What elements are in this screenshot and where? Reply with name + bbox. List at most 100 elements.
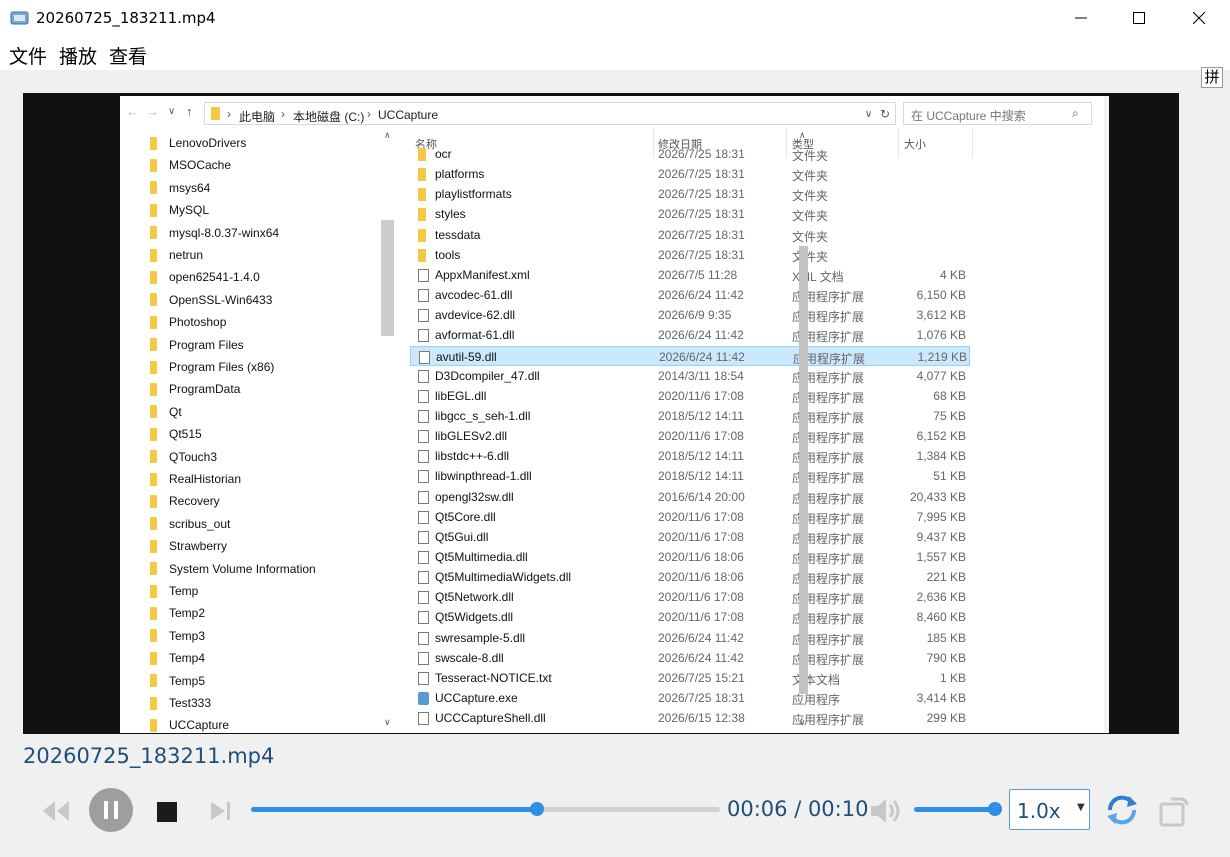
maximize-icon bbox=[1133, 12, 1145, 24]
file-row[interactable]: Qt5MultimediaWidgets.dll 2020/11/6 18:06 应… bbox=[410, 567, 970, 587]
file-row[interactable]: tessdata 2026/7/25 18:31 文件夹 bbox=[410, 225, 970, 245]
volume-icon[interactable] bbox=[869, 797, 903, 825]
nav-folder-item[interactable]: MSOCache bbox=[150, 154, 231, 176]
nav-folder-label: RealHistorian bbox=[169, 472, 242, 486]
nav-folder-item[interactable]: Temp4 bbox=[150, 647, 205, 669]
file-date: 2026/6/24 11:42 bbox=[658, 630, 744, 645]
file-size: 185 KB bbox=[926, 630, 966, 645]
file-list: 名称 ^ 修改日期 类型 大小 ocr2026/7/25 18:31文件夹pla… bbox=[410, 128, 1104, 733]
file-date: 2016/6/14 20:00 bbox=[658, 489, 745, 504]
file-row[interactable]: Qt5Core.dll 2020/11/6 17:08 应用程序扩展 7,995 KB bbox=[410, 507, 970, 527]
nav-folder-item[interactable]: Temp2 bbox=[150, 602, 205, 624]
file-row[interactable]: UCCapture.exe 2026/7/25 18:31 应用程序 3,414 KB bbox=[410, 688, 970, 708]
file-row[interactable]: swscale-8.dll 2026/6/24 11:42 应用程序扩展 790 KB bbox=[410, 648, 970, 668]
nav-folder-item[interactable]: MySQL bbox=[150, 199, 209, 221]
file-row[interactable]: Qt5Network.dll 2020/11/6 17:08 应用程序扩展 2,636… bbox=[410, 587, 970, 607]
file-name: Qt5Multimedia.dll bbox=[435, 550, 528, 564]
file-row[interactable]: ocr 2026/7/25 18:31 文件夹 bbox=[410, 144, 970, 164]
file-row[interactable]: avutil-59.dll 2026/6/24 11:42 应用程序扩展 1,219 … bbox=[410, 345, 970, 366]
file-row[interactable]: AppxManifest.xml 2026/7/5 11:28 XML 文档 4 KB bbox=[410, 265, 970, 285]
file-row[interactable]: Qt5Gui.dll 2020/11/6 17:08 应用程序扩展 9,437 KB bbox=[410, 527, 970, 547]
file-icon bbox=[418, 329, 429, 343]
nav-folder-item[interactable]: QTouch3 bbox=[150, 446, 217, 468]
menu-view[interactable]: 查看 bbox=[104, 36, 152, 70]
close-button[interactable] bbox=[1170, 0, 1228, 36]
file-icon bbox=[418, 409, 429, 423]
rewind-icon[interactable] bbox=[40, 798, 72, 824]
file-row[interactable]: avformat-61.dll 2026/6/24 11:42 应用程序扩展 1,07… bbox=[410, 325, 970, 345]
nav-folder-item[interactable]: UCCapture bbox=[150, 714, 229, 733]
file-row[interactable]: tools 2026/7/25 18:31 文件夹 bbox=[410, 245, 970, 265]
nav-folder-item[interactable]: Temp5 bbox=[150, 670, 205, 692]
nav-folder-item[interactable]: Program Files (x86) bbox=[150, 356, 274, 378]
file-row[interactable]: libgcc_s_seh-1.dll 2018/5/12 14:11 应用程序扩展 7… bbox=[410, 406, 970, 426]
nav-folder-item[interactable]: OpenSSL-Win6433 bbox=[150, 289, 272, 311]
nav-folder-item[interactable]: Recovery bbox=[150, 490, 220, 512]
file-icon bbox=[419, 350, 430, 364]
file-name: platforms bbox=[435, 167, 485, 182]
nav-folder-item[interactable]: RealHistorian bbox=[150, 468, 241, 490]
nav-folder-item[interactable]: netrun bbox=[150, 244, 203, 266]
file-row[interactable]: libGLESv2.dll 2020/11/6 17:08 应用程序扩展 6,152 … bbox=[410, 426, 970, 446]
pause-button[interactable] bbox=[89, 788, 133, 832]
file-size: 6,150 KB bbox=[916, 288, 966, 303]
progress-bar[interactable] bbox=[251, 802, 720, 816]
folder-icon bbox=[150, 158, 157, 172]
nav-folder-item[interactable]: LenovoDrivers bbox=[150, 132, 246, 154]
recent-chevron-icon: ∨ bbox=[168, 106, 176, 117]
progress-handle[interactable] bbox=[530, 802, 545, 816]
file-row[interactable]: opengl32sw.dll 2016/6/14 20:00 应用程序扩展 20,43… bbox=[410, 487, 970, 507]
volume-slider[interactable] bbox=[914, 807, 995, 812]
file-row[interactable]: D3Dcompiler_47.dll 2014/3/11 18:54 应用程序扩展 4… bbox=[410, 366, 970, 386]
file-row[interactable]: playlistformats 2026/7/25 18:31 文件夹 bbox=[410, 184, 970, 204]
file-name: Qt5MultimediaWidgets.dll bbox=[435, 570, 572, 585]
nav-folder-item[interactable]: Qt bbox=[150, 401, 182, 423]
nav-folder-item[interactable]: System Volume Information bbox=[150, 558, 316, 580]
next-icon[interactable] bbox=[210, 800, 232, 822]
file-row[interactable]: Qt5Widgets.dll 2020/11/6 17:08 应用程序扩展 8,460… bbox=[410, 607, 970, 627]
file-size: 68 KB bbox=[933, 388, 966, 403]
nav-folder-item[interactable]: Photoshop bbox=[150, 311, 226, 333]
nav-folder-item[interactable]: Test333 bbox=[150, 692, 211, 714]
nav-folder-item[interactable]: mysql-8.0.37-winx64 bbox=[150, 222, 279, 244]
file-size: 1,219 KB bbox=[917, 349, 967, 364]
chevron-down-icon: ▼ bbox=[1077, 802, 1085, 813]
speed-select[interactable]: 1.0x ▼ bbox=[1009, 789, 1090, 830]
column-divider bbox=[972, 128, 973, 158]
file-size: 2,636 KB bbox=[916, 590, 966, 605]
file-row[interactable]: platforms 2026/7/25 18:31 文件夹 bbox=[410, 164, 970, 184]
minimize-button[interactable] bbox=[1052, 0, 1110, 36]
file-row[interactable]: avdevice-62.dll 2026/6/9 9:35 应用程序扩展 3,612 … bbox=[410, 305, 970, 325]
file-row[interactable]: libstdc++-6.dll 2018/5/12 14:11 应用程序扩展 1,38… bbox=[410, 446, 970, 466]
file-size: 1,557 KB bbox=[916, 550, 966, 564]
ime-indicator[interactable]: 拼 bbox=[1201, 67, 1223, 88]
maximize-button[interactable] bbox=[1110, 0, 1168, 36]
nav-folder-item[interactable]: Qt515 bbox=[150, 423, 202, 445]
rotate-icon[interactable] bbox=[1157, 795, 1191, 829]
file-row[interactable]: styles 2026/7/25 18:31 文件夹 bbox=[410, 204, 970, 224]
file-row[interactable]: UCCCaptureShell.dll 2026/6/15 12:38 应用程序扩展… bbox=[410, 708, 970, 728]
video-frame[interactable]: ← → ∨ ↑ › 此电脑 › 本地磁盘 (C:) › UCCapture ∨ … bbox=[23, 93, 1179, 734]
nav-folder-item[interactable]: open62541-1.4.0 bbox=[150, 266, 260, 288]
nav-folder-item[interactable]: scribus_out bbox=[150, 513, 230, 535]
file-icon bbox=[418, 470, 429, 484]
file-row[interactable]: Qt5Multimedia.dll 2020/11/6 18:06 应用程序扩展 1,… bbox=[410, 547, 970, 567]
search-box: 在 UCCapture 中搜索 ⌕ bbox=[903, 102, 1092, 125]
nav-folder-item[interactable]: msys64 bbox=[150, 177, 210, 199]
volume-handle[interactable] bbox=[988, 802, 1002, 816]
nav-folder-item[interactable]: Temp3 bbox=[150, 625, 205, 647]
menu-play[interactable]: 播放 bbox=[54, 36, 102, 70]
file-row[interactable]: libEGL.dll 2020/11/6 17:08 应用程序扩展 68 KB bbox=[410, 386, 970, 406]
file-row[interactable]: swresample-5.dll 2026/6/24 11:42 应用程序扩展 185… bbox=[410, 628, 970, 648]
file-row[interactable]: avcodec-61.dll 2026/6/24 11:42 应用程序扩展 6,150… bbox=[410, 285, 970, 305]
nav-folder-item[interactable]: Program Files bbox=[150, 334, 244, 356]
nav-folder-item[interactable]: ProgramData bbox=[150, 378, 240, 400]
file-row[interactable]: Tesseract-NOTICE.txt 2026/7/25 15:21 文本文档 1… bbox=[410, 668, 970, 688]
file-icon bbox=[418, 268, 429, 282]
nav-folder-item[interactable]: Strawberry bbox=[150, 535, 227, 557]
menu-file[interactable]: 文件 bbox=[4, 36, 52, 70]
stop-icon[interactable] bbox=[157, 802, 177, 822]
loop-icon[interactable] bbox=[1104, 793, 1140, 827]
nav-folder-item[interactable]: Temp bbox=[150, 580, 198, 602]
file-row[interactable]: libwinpthread-1.dll 2018/5/12 14:11 应用程序扩展… bbox=[410, 466, 970, 486]
